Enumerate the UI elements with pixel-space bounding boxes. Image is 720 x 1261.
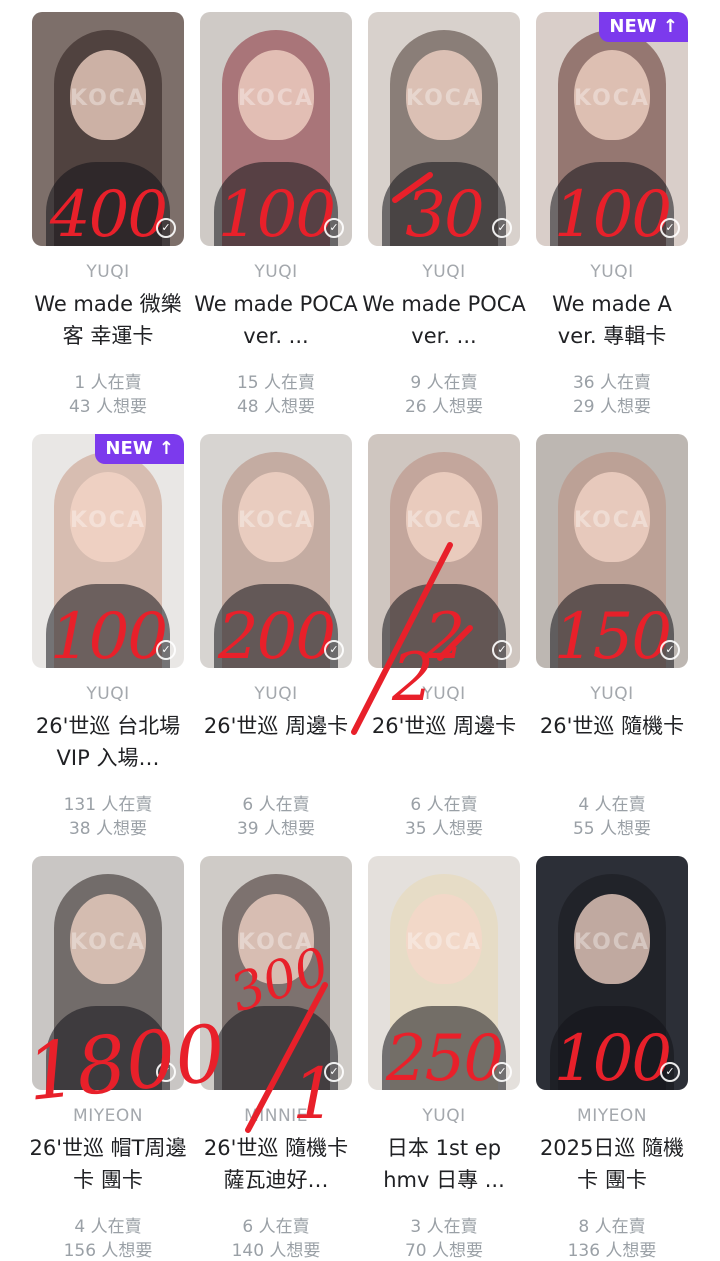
sellers-count: 36 人在賣 — [572, 373, 652, 393]
wanters-count: 26 人想要 — [404, 397, 484, 417]
sellers-count: 8 人在賣 — [578, 1217, 646, 1237]
sellers-count: 4 人在賣 — [578, 795, 646, 815]
photocard-image[interactable]: KOCA 2 ✓ — [368, 434, 520, 668]
wanters-count: 43 人想要 — [68, 397, 148, 417]
photocard-image[interactable]: KOCA 100 ✓ NEW ↑ — [536, 12, 688, 246]
watermark: KOCA — [238, 86, 314, 111]
sellers-count: 6 人在賣 — [410, 795, 478, 815]
wanters-count: 39 人想要 — [236, 819, 316, 839]
check-icon[interactable]: ✓ — [660, 218, 680, 238]
wanters-count: 55 人想要 — [572, 819, 652, 839]
watermark: KOCA — [70, 86, 146, 111]
wanters-count: 35 人想要 — [404, 819, 484, 839]
check-icon[interactable]: ✓ — [492, 640, 512, 660]
check-icon[interactable]: ✓ — [492, 1062, 512, 1082]
photocard-image[interactable]: KOCA 100 ✓ NEW ↑ — [32, 434, 184, 668]
photocard-image[interactable]: KOCA 200 ✓ — [200, 434, 352, 668]
check-icon[interactable]: ✓ — [660, 1062, 680, 1082]
watermark: KOCA — [406, 508, 482, 533]
new-badge: NEW ↑ — [599, 12, 688, 42]
new-badge: NEW ↑ — [95, 434, 184, 464]
photocard-image[interactable]: KOCA ✓ — [32, 856, 184, 1090]
sellers-count: 9 人在賣 — [410, 373, 478, 393]
card-title[interactable]: 26'世巡 帽T周邊卡 團卡 — [26, 1132, 190, 1196]
sellers-count: 6 人在賣 — [242, 1217, 310, 1237]
watermark: KOCA — [406, 86, 482, 111]
photocard-image[interactable]: KOCA 100 ✓ — [200, 12, 352, 246]
card-title[interactable]: 26'世巡 台北場VIP 入場… — [26, 710, 190, 774]
member-name: YUQI — [254, 262, 298, 282]
sellers-count: 15 人在賣 — [236, 373, 316, 393]
sellers-count: 131 人在賣 — [63, 795, 153, 815]
image-body-shape — [46, 1006, 170, 1090]
photocard-image[interactable]: KOCA 250 ✓ — [368, 856, 520, 1090]
image-body-shape — [214, 1006, 338, 1090]
watermark: KOCA — [574, 930, 650, 955]
card-title[interactable]: 日本 1st ep hmv 日專 ... — [362, 1132, 526, 1196]
card-title[interactable]: 26'世巡 周邊卡 — [362, 710, 526, 742]
check-icon[interactable]: ✓ — [324, 218, 344, 238]
member-name: YUQI — [590, 262, 634, 282]
sellers-count: 1 人在賣 — [74, 373, 142, 393]
sellers-count: 6 人在賣 — [242, 795, 310, 815]
member-name: MIYEON — [577, 1106, 647, 1126]
check-icon[interactable]: ✓ — [660, 640, 680, 660]
check-icon[interactable]: ✓ — [156, 640, 176, 660]
photocard-image[interactable]: KOCA ✓ — [200, 856, 352, 1090]
wanters-count: 70 人想要 — [404, 1241, 484, 1261]
watermark: KOCA — [70, 930, 146, 955]
member-name: YUQI — [422, 684, 466, 704]
photocard-image[interactable]: KOCA 150 ✓ — [536, 434, 688, 668]
wanters-count: 48 人想要 — [236, 397, 316, 417]
card-title[interactable]: 26'世巡 隨機卡 — [530, 710, 694, 742]
watermark: KOCA — [574, 508, 650, 533]
wanters-count: 156 人想要 — [63, 1241, 153, 1261]
member-name: YUQI — [86, 262, 130, 282]
wanters-count: 140 人想要 — [231, 1241, 321, 1261]
card-title[interactable]: 2025日巡 隨機卡 團卡 — [530, 1132, 694, 1196]
wanters-count: 29 人想要 — [572, 397, 652, 417]
card-title[interactable]: We made POCA ver. ... — [362, 288, 526, 352]
card-title[interactable]: 26'世巡 周邊卡 — [194, 710, 358, 742]
member-name: YUQI — [254, 684, 298, 704]
card-title[interactable]: We made POCA ver. ... — [194, 288, 358, 352]
sellers-count: 4 人在賣 — [74, 1217, 142, 1237]
sellers-count: 3 人在賣 — [410, 1217, 478, 1237]
card-title[interactable]: We made A ver. 專輯卡 — [530, 288, 694, 352]
watermark: KOCA — [70, 508, 146, 533]
member-name: YUQI — [590, 684, 634, 704]
photocard-image[interactable]: KOCA 400 ✓ — [32, 12, 184, 246]
card-title[interactable]: We made 微樂客 幸運卡 — [26, 288, 190, 352]
member-name: YUQI — [86, 684, 130, 704]
member-name: MINNIE — [244, 1106, 308, 1126]
watermark: KOCA — [238, 508, 314, 533]
photocard-image[interactable]: KOCA 100 ✓ — [536, 856, 688, 1090]
check-icon[interactable]: ✓ — [492, 218, 512, 238]
card-grid: KOCA 400 ✓ YUQI We made 微樂客 幸運卡 1 人在賣 43 人想要 KO… — [0, 0, 720, 1261]
watermark: KOCA — [238, 930, 314, 955]
wanters-count: 38 人想要 — [68, 819, 148, 839]
member-name: YUQI — [422, 1106, 466, 1126]
photocard-image[interactable]: KOCA 30 ✓ — [368, 12, 520, 246]
check-icon[interactable]: ✓ — [324, 1062, 344, 1082]
check-icon[interactable]: ✓ — [156, 1062, 176, 1082]
wanters-count: 136 人想要 — [567, 1241, 657, 1261]
watermark: KOCA — [406, 930, 482, 955]
card-title[interactable]: 26'世巡 隨機卡 薩瓦迪好… — [194, 1132, 358, 1196]
check-icon[interactable]: ✓ — [156, 218, 176, 238]
member-name: MIYEON — [73, 1106, 143, 1126]
watermark: KOCA — [574, 86, 650, 111]
member-name: YUQI — [422, 262, 466, 282]
check-icon[interactable]: ✓ — [324, 640, 344, 660]
